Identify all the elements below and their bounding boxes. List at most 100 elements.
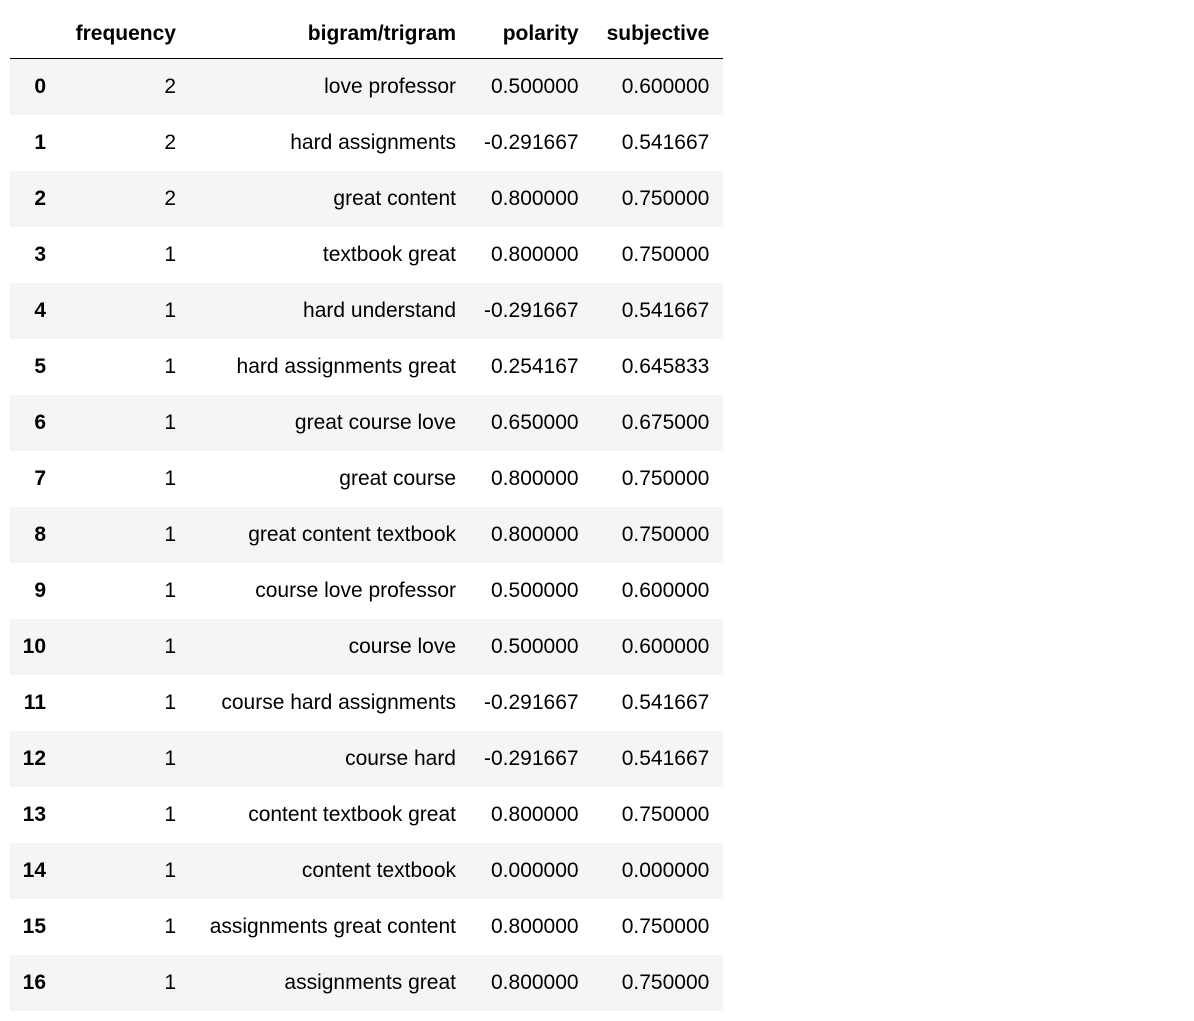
table-row: 41hard understand-0.2916670.541667 bbox=[10, 283, 723, 339]
cell-frequency: 1 bbox=[60, 283, 190, 339]
cell-index: 3 bbox=[10, 227, 60, 283]
cell-frequency: 1 bbox=[60, 675, 190, 731]
cell-index: 15 bbox=[10, 899, 60, 955]
cell-index: 1 bbox=[10, 115, 60, 171]
cell-frequency: 2 bbox=[60, 59, 190, 116]
cell-index: 7 bbox=[10, 451, 60, 507]
cell-frequency: 1 bbox=[60, 619, 190, 675]
cell-subjective: 0.541667 bbox=[593, 731, 724, 787]
cell-polarity: -0.291667 bbox=[470, 115, 593, 171]
cell-polarity: 0.800000 bbox=[470, 227, 593, 283]
cell-polarity: -0.291667 bbox=[470, 731, 593, 787]
header-row: frequency bigram/trigram polarity subjec… bbox=[10, 10, 723, 59]
cell-index: 0 bbox=[10, 59, 60, 116]
cell-index: 2 bbox=[10, 171, 60, 227]
cell-bigram: hard understand bbox=[190, 283, 470, 339]
table-row: 91course love professor0.5000000.600000 bbox=[10, 563, 723, 619]
cell-bigram: assignments great content bbox=[190, 899, 470, 955]
cell-index: 6 bbox=[10, 395, 60, 451]
cell-frequency: 1 bbox=[60, 507, 190, 563]
cell-frequency: 2 bbox=[60, 115, 190, 171]
cell-index: 11 bbox=[10, 675, 60, 731]
cell-subjective: 0.675000 bbox=[593, 395, 724, 451]
cell-polarity: 0.650000 bbox=[470, 395, 593, 451]
cell-polarity: 0.800000 bbox=[470, 171, 593, 227]
header-bigram: bigram/trigram bbox=[190, 10, 470, 59]
cell-bigram: great course love bbox=[190, 395, 470, 451]
cell-index: 14 bbox=[10, 843, 60, 899]
cell-index: 8 bbox=[10, 507, 60, 563]
cell-subjective: 0.750000 bbox=[593, 787, 724, 843]
cell-bigram: content textbook bbox=[190, 843, 470, 899]
header-frequency: frequency bbox=[60, 10, 190, 59]
cell-index: 13 bbox=[10, 787, 60, 843]
table-row: 121course hard-0.2916670.541667 bbox=[10, 731, 723, 787]
cell-bigram: course love professor bbox=[190, 563, 470, 619]
cell-subjective: 0.750000 bbox=[593, 171, 724, 227]
cell-subjective: 0.750000 bbox=[593, 899, 724, 955]
header-subjective: subjective bbox=[593, 10, 724, 59]
cell-subjective: 0.600000 bbox=[593, 619, 724, 675]
cell-frequency: 1 bbox=[60, 843, 190, 899]
cell-subjective: 0.645833 bbox=[593, 339, 724, 395]
cell-polarity: 0.800000 bbox=[470, 955, 593, 1011]
cell-subjective: 0.600000 bbox=[593, 59, 724, 116]
table-row: 31textbook great0.8000000.750000 bbox=[10, 227, 723, 283]
cell-subjective: 0.750000 bbox=[593, 227, 724, 283]
table-row: 02love professor0.5000000.600000 bbox=[10, 59, 723, 116]
cell-frequency: 1 bbox=[60, 451, 190, 507]
cell-polarity: -0.291667 bbox=[470, 675, 593, 731]
cell-subjective: 0.750000 bbox=[593, 955, 724, 1011]
cell-index: 12 bbox=[10, 731, 60, 787]
header-polarity: polarity bbox=[470, 10, 593, 59]
cell-frequency: 1 bbox=[60, 955, 190, 1011]
cell-frequency: 1 bbox=[60, 227, 190, 283]
table-row: 101course love0.5000000.600000 bbox=[10, 619, 723, 675]
cell-frequency: 1 bbox=[60, 395, 190, 451]
cell-polarity: 0.800000 bbox=[470, 787, 593, 843]
cell-bigram: course love bbox=[190, 619, 470, 675]
cell-polarity: 0.500000 bbox=[470, 563, 593, 619]
cell-index: 4 bbox=[10, 283, 60, 339]
table-row: 22great content0.8000000.750000 bbox=[10, 171, 723, 227]
table-row: 111course hard assignments-0.2916670.541… bbox=[10, 675, 723, 731]
table-row: 12hard assignments-0.2916670.541667 bbox=[10, 115, 723, 171]
table-row: 81great content textbook0.8000000.750000 bbox=[10, 507, 723, 563]
cell-bigram: great content textbook bbox=[190, 507, 470, 563]
cell-frequency: 1 bbox=[60, 563, 190, 619]
cell-index: 10 bbox=[10, 619, 60, 675]
cell-bigram: course hard assignments bbox=[190, 675, 470, 731]
cell-bigram: content textbook great bbox=[190, 787, 470, 843]
cell-index: 16 bbox=[10, 955, 60, 1011]
cell-bigram: great course bbox=[190, 451, 470, 507]
cell-subjective: 0.750000 bbox=[593, 507, 724, 563]
cell-subjective: 0.000000 bbox=[593, 843, 724, 899]
cell-subjective: 0.541667 bbox=[593, 675, 724, 731]
cell-index: 5 bbox=[10, 339, 60, 395]
table-row: 51hard assignments great0.2541670.645833 bbox=[10, 339, 723, 395]
cell-bigram: great content bbox=[190, 171, 470, 227]
cell-polarity: 0.000000 bbox=[470, 843, 593, 899]
cell-index: 9 bbox=[10, 563, 60, 619]
cell-bigram: hard assignments great bbox=[190, 339, 470, 395]
cell-bigram: love professor bbox=[190, 59, 470, 116]
cell-frequency: 1 bbox=[60, 899, 190, 955]
table-row: 161assignments great0.8000000.750000 bbox=[10, 955, 723, 1011]
cell-bigram: course hard bbox=[190, 731, 470, 787]
cell-polarity: 0.800000 bbox=[470, 451, 593, 507]
data-table: frequency bigram/trigram polarity subjec… bbox=[10, 10, 723, 1011]
cell-bigram: assignments great bbox=[190, 955, 470, 1011]
table-row: 151assignments great content0.8000000.75… bbox=[10, 899, 723, 955]
cell-polarity: 0.800000 bbox=[470, 899, 593, 955]
cell-frequency: 1 bbox=[60, 731, 190, 787]
cell-subjective: 0.600000 bbox=[593, 563, 724, 619]
cell-bigram: textbook great bbox=[190, 227, 470, 283]
cell-polarity: 0.500000 bbox=[470, 619, 593, 675]
cell-bigram: hard assignments bbox=[190, 115, 470, 171]
cell-subjective: 0.750000 bbox=[593, 451, 724, 507]
table-row: 131content textbook great0.8000000.75000… bbox=[10, 787, 723, 843]
table-row: 71great course0.8000000.750000 bbox=[10, 451, 723, 507]
cell-subjective: 0.541667 bbox=[593, 283, 724, 339]
cell-frequency: 1 bbox=[60, 787, 190, 843]
table-row: 61great course love0.6500000.675000 bbox=[10, 395, 723, 451]
